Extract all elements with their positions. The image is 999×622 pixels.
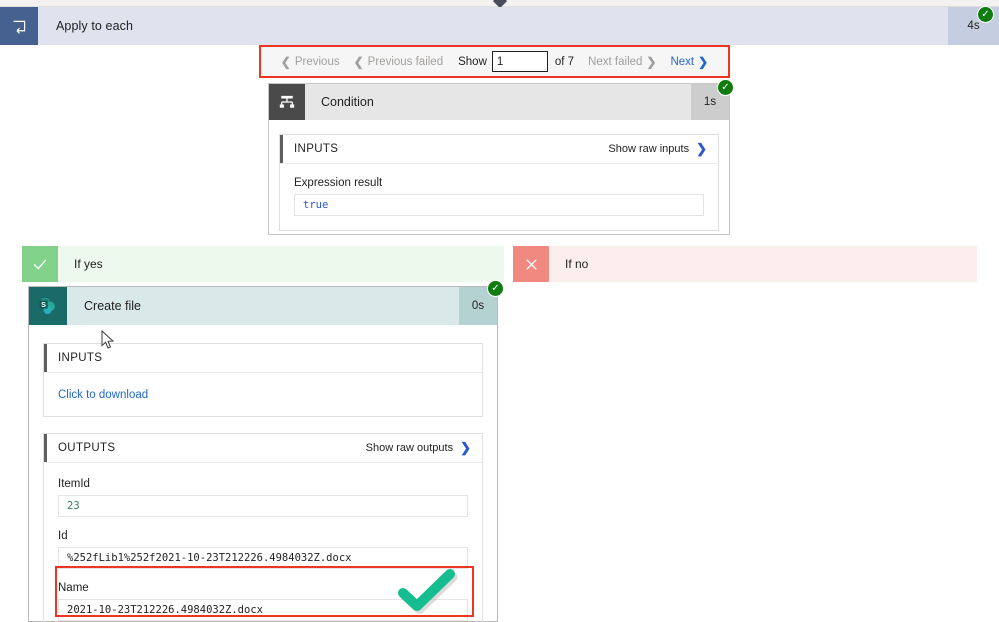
- chevron-right-icon: ❯: [460, 440, 471, 455]
- inputs-heading: INPUTS: [294, 143, 339, 155]
- sharepoint-icon: S: [29, 287, 67, 325]
- pagination-controls: ❮ Previous ❮ Previous failed Show of 7 N…: [274, 51, 715, 72]
- click-to-download-link[interactable]: Click to download: [58, 389, 148, 401]
- panel-accent-bar: [44, 344, 47, 372]
- create-file-inputs-body: Click to download: [44, 373, 482, 416]
- condition-card: Condition 1s ✓ INPUTS Show raw inputs ❯ …: [268, 79, 734, 235]
- show-label: Show: [458, 55, 487, 68]
- condition-inputs-panel: INPUTS Show raw inputs ❯ Expression resu…: [279, 134, 719, 231]
- page-number-input[interactable]: [491, 51, 548, 72]
- create-file-title: Create file: [84, 299, 141, 313]
- page-total-label: of 7: [554, 55, 575, 68]
- apply-to-each-loop-icon: [0, 7, 38, 45]
- panel-accent-bar: [280, 135, 283, 163]
- output-field-label: Id: [58, 530, 68, 542]
- expression-result-value-box: true: [294, 194, 704, 216]
- output-field-value: 23: [67, 500, 80, 512]
- branch-label-if-yes: If yes: [74, 257, 103, 271]
- scope-title: Apply to each: [56, 19, 134, 33]
- mouse-cursor: [101, 330, 115, 349]
- previous-button[interactable]: ❮ Previous: [274, 55, 347, 69]
- status-badge-success: ✓: [487, 280, 504, 297]
- expression-result-value: true: [303, 199, 329, 211]
- condition-card-header[interactable]: Condition 1s ✓: [269, 79, 734, 120]
- show-raw-inputs-label: Show raw inputs: [608, 143, 690, 155]
- close-icon: [513, 246, 549, 282]
- create-file-card-header[interactable]: S Create file 0s ✓: [29, 280, 504, 325]
- branch-header-if-no[interactable]: If no: [513, 246, 977, 282]
- create-file-inputs-panel: INPUTS Click to download: [43, 343, 483, 417]
- expression-result-label: Expression result: [294, 177, 383, 189]
- check-icon: [22, 246, 58, 282]
- branch-label-if-no: If no: [565, 257, 589, 271]
- panel-accent-bar: [44, 434, 47, 462]
- run-pagination-bar: ❮ Previous ❮ Previous failed Show of 7 N…: [259, 45, 730, 78]
- output-field-value-box: 23: [58, 495, 468, 517]
- next-failed-button[interactable]: Next failed ❯: [581, 55, 663, 69]
- next-button[interactable]: Next ❯: [663, 55, 715, 69]
- scope-header-apply-to-each[interactable]: Apply to each 4s ✓: [0, 6, 999, 45]
- inputs-heading: INPUTS: [58, 352, 103, 364]
- outputs-heading: OUTPUTS: [58, 442, 116, 454]
- show-raw-outputs-link[interactable]: Show raw outputs ❯: [366, 440, 471, 456]
- branch-header-if-yes[interactable]: If yes: [22, 246, 504, 282]
- collapse-strip: [0, 0, 999, 9]
- svg-text:S: S: [41, 300, 46, 309]
- status-badge-success: ✓: [717, 79, 734, 96]
- chevron-right-icon: ❯: [698, 54, 709, 69]
- create-file-outputs-header: OUTPUTS Show raw outputs ❯: [44, 434, 482, 463]
- output-field-id: Id %252fLib1%252f2021-10-23T212226.49840…: [58, 530, 468, 569]
- next-label: Next: [670, 55, 695, 68]
- status-badge-success: ✓: [977, 6, 994, 23]
- previous-failed-button[interactable]: ❮ Previous failed: [347, 55, 451, 69]
- output-field-value: %252fLib1%252f2021-10-23T212226.4984032Z…: [67, 552, 352, 564]
- next-failed-label: Next failed: [588, 55, 643, 68]
- output-field-value: 2021-10-23T212226.4984032Z.docx: [67, 604, 263, 616]
- output-field-itemid: ItemId 23: [58, 478, 468, 517]
- checkmark-annotation-icon: [398, 569, 458, 614]
- chevron-left-icon: ❮: [353, 54, 364, 69]
- condition-title: Condition: [321, 95, 374, 109]
- previous-failed-label: Previous failed: [367, 55, 444, 68]
- show-raw-outputs-label: Show raw outputs: [365, 442, 454, 454]
- output-field-label: ItemId: [58, 478, 90, 490]
- chevron-right-icon: ❯: [696, 141, 707, 156]
- chevron-right-icon: ❯: [646, 54, 657, 69]
- condition-inputs-header: INPUTS Show raw inputs ❯: [280, 135, 718, 164]
- chevron-left-icon: ❮: [280, 54, 291, 69]
- condition-branch-icon: [269, 84, 305, 120]
- condition-inputs-body: Expression result true: [280, 164, 718, 230]
- previous-label: Previous: [294, 55, 340, 68]
- output-field-value-box: %252fLib1%252f2021-10-23T212226.4984032Z…: [58, 547, 468, 569]
- flow-run-details-page: Apply to each 4s ✓ ❮ Previous ❮ Previous…: [0, 0, 999, 622]
- show-raw-inputs-link[interactable]: Show raw inputs ❯: [608, 141, 707, 157]
